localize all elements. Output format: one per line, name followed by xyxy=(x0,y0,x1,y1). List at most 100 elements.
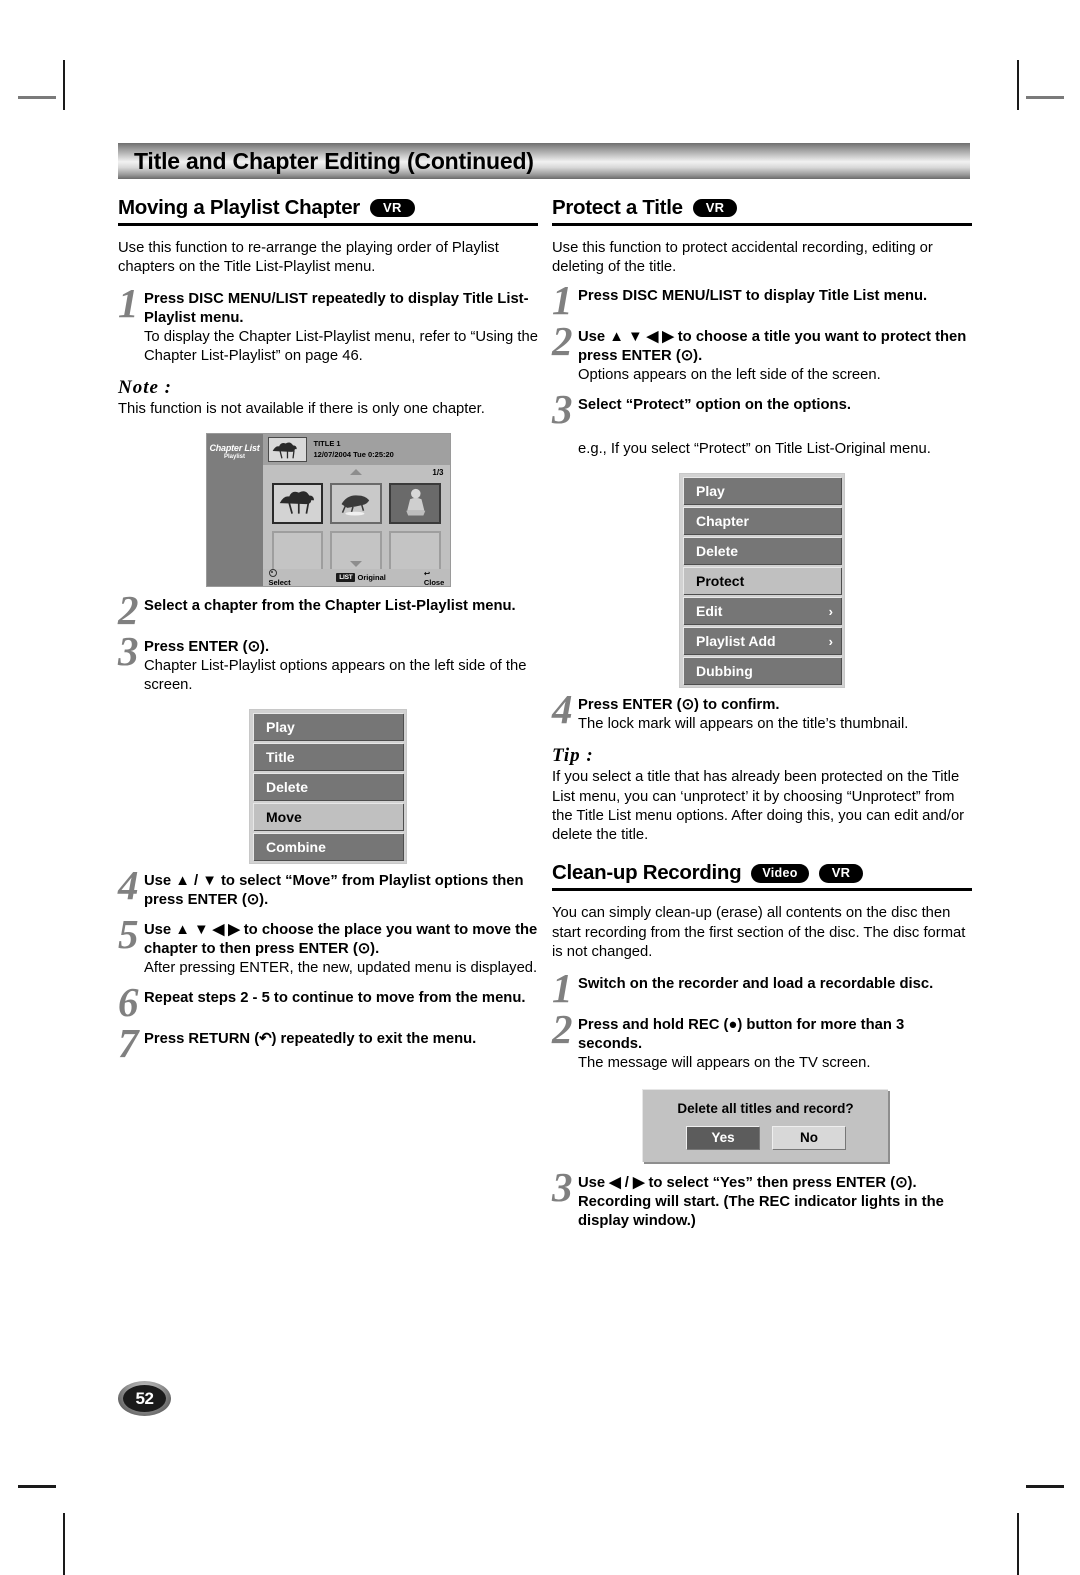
step-instruction-2: Recording will start. (The REC indicator… xyxy=(578,1193,944,1229)
vr-badge: VR xyxy=(369,198,415,218)
no-button[interactable]: No xyxy=(772,1125,845,1149)
menu-item-edit[interactable]: Edit › xyxy=(683,597,841,625)
menu-item-move[interactable]: Move xyxy=(253,803,403,831)
crop-mark-top-right-horizontal xyxy=(1026,96,1064,99)
scroll-down-arrow-icon xyxy=(350,561,362,568)
crop-mark-top-right-vertical xyxy=(1017,60,1019,110)
cleanup-step-1: 1 Switch on the recorder and load a reco… xyxy=(552,967,972,1008)
menu-item-playlist-add[interactable]: Playlist Add › xyxy=(683,627,841,655)
character-doodle-icon xyxy=(406,489,426,516)
step-7: 7 Press RETURN (↶) repeatedly to exit th… xyxy=(118,1019,538,1066)
menu-item-label: Delete xyxy=(696,543,739,560)
step-detail: Options appears on the left side of the … xyxy=(578,367,881,384)
step-5: 5 Use ▲ ▼ ◀ ▶ to choose the place you wa… xyxy=(118,911,538,978)
step-6: 6 Repeat steps 2 - 5 to continue to move… xyxy=(118,978,538,1025)
menu-item-delete[interactable]: Delete xyxy=(683,537,841,565)
step-number: 2 xyxy=(118,587,139,634)
tree-doodle-icon xyxy=(279,491,314,515)
footer-close: ↩ Close xyxy=(424,569,450,587)
section-title: Protect a Title xyxy=(552,196,683,219)
tree-doodle-icon xyxy=(272,442,297,459)
step-number: 6 xyxy=(118,978,139,1025)
menu-item-combine[interactable]: Combine xyxy=(253,833,403,861)
note-text: This function is not available if there … xyxy=(118,401,485,418)
chevron-right-icon: › xyxy=(828,603,833,619)
step-number: 5 xyxy=(118,911,139,958)
video-badge: Video xyxy=(751,863,809,883)
menu-item-label: Title xyxy=(266,749,295,766)
menu-item-label: Play xyxy=(266,719,295,736)
step-instruction: Select “Protect” option on the options. xyxy=(578,397,851,414)
footer-original-label: Original xyxy=(357,573,386,583)
dialog-buttons: Yes No xyxy=(643,1125,888,1149)
list-key-icon: LIST xyxy=(336,573,356,583)
step-4: 4 Press ENTER (⊙) to confirm. The lock m… xyxy=(552,686,972,734)
step-1: 1 Press DISC MENU/LIST repeatedly to dis… xyxy=(118,280,538,366)
step-number: 7 xyxy=(118,1019,139,1066)
step-2: 2 Use ▲ ▼ ◀ ▶ to choose a title you want… xyxy=(552,318,972,385)
menu-item-label: Combine xyxy=(266,839,326,856)
step-number: 2 xyxy=(552,318,573,365)
section-heading-protect-a-title: Protect a Title VR xyxy=(552,196,972,226)
step-number: 4 xyxy=(552,686,573,733)
cleanup-step-3: 3 Use ◀ / ▶ to select “Yes” then press E… xyxy=(552,1166,972,1231)
crop-mark-bottom-right-vertical xyxy=(1017,1513,1019,1575)
menu-item-label: Edit xyxy=(696,603,723,620)
screenshot-header: TITLE 1 12/07/2004 Tue 0:25:20 xyxy=(262,434,450,466)
step-detail: After pressing ENTER, the new, updated m… xyxy=(144,959,538,976)
screenshot-sidebar: Chapter List Playlist xyxy=(206,434,263,587)
tip-label: Tip : xyxy=(552,745,594,767)
vr-badge: VR xyxy=(818,863,864,883)
menu-item-label: Play xyxy=(696,483,725,500)
crop-mark-bottom-right-horizontal xyxy=(1026,1485,1064,1488)
step-number: 1 xyxy=(118,280,139,327)
menu-item-delete[interactable]: Delete xyxy=(253,773,403,801)
chapter-thumbnail-1[interactable] xyxy=(271,483,324,525)
chapter-thumbnail-empty-3[interactable] xyxy=(388,531,441,573)
step-instruction: Press DISC MENU/LIST to display Title Li… xyxy=(578,288,928,305)
dog-doodle-icon xyxy=(341,495,370,516)
menu-item-label: Delete xyxy=(266,779,309,796)
chapter-thumbnail-empty-1[interactable] xyxy=(271,531,324,573)
page-number-disc-inner: 52 xyxy=(123,1385,166,1412)
step-instruction: Use ▲ ▼ ◀ ▶ to choose the place you want… xyxy=(144,922,538,958)
step-number: 1 xyxy=(552,277,573,324)
chapter-list-playlist-screenshot: Chapter List Playlist TITLE 1 12/07/2004… xyxy=(205,433,451,588)
return-arrow-icon: ↩ xyxy=(423,568,431,578)
menu-item-protect[interactable]: Protect xyxy=(683,567,841,595)
screenshot-thumbnail-grid-area: 1/3 xyxy=(262,465,450,573)
page-title-bar: Title and Chapter Editing (Continued) xyxy=(118,143,970,179)
chapter-thumbnail-2[interactable] xyxy=(330,483,382,525)
step-instruction: Press and hold REC (●) button for more t… xyxy=(578,1016,905,1052)
menu-item-dubbing[interactable]: Dubbing xyxy=(683,657,841,685)
section-intro: Use this function to re-arrange the play… xyxy=(118,240,499,276)
tip-text: If you select a title that has already b… xyxy=(552,769,965,844)
crop-mark-top-left-horizontal xyxy=(18,96,56,99)
step-4: 4 Use ▲ / ▼ to select “Move” from Playli… xyxy=(118,865,538,910)
section-heading-moving-a-playlist-chapter: Moving a Playlist Chapter VR xyxy=(118,196,538,226)
step-3: 3 Press ENTER (⊙). Chapter List-Playlist… xyxy=(118,628,538,695)
footer-select-label: Select xyxy=(268,578,291,588)
menu-item-chapter[interactable]: Chapter xyxy=(683,507,841,535)
menu-item-title[interactable]: Title xyxy=(253,743,403,771)
menu-item-label: Chapter xyxy=(696,513,749,530)
page-number-value: 52 xyxy=(135,1388,154,1408)
screenshot-title-thumbnail xyxy=(267,437,307,463)
title-list-options-menu: Play Chapter Delete Protect Edit › Playli… xyxy=(679,473,845,689)
chevron-right-icon: › xyxy=(828,633,833,649)
step-instruction: Switch on the recorder and load a record… xyxy=(578,975,934,992)
left-column: Moving a Playlist Chapter VR Use this fu… xyxy=(118,196,538,1071)
footer-original: LIST Original xyxy=(336,573,386,583)
section-title: Clean-up Recording xyxy=(552,861,742,885)
chapter-thumbnail-3[interactable] xyxy=(388,483,441,525)
screenshot-sidebar-subtitle: Playlist xyxy=(223,454,245,461)
yes-button[interactable]: Yes xyxy=(686,1125,759,1149)
step-instruction: Use ▲ / ▼ to select “Move” from Playlist… xyxy=(144,873,524,909)
menu-item-play[interactable]: Play xyxy=(253,713,403,741)
playlist-options-menu: Play Title Delete Move Combine xyxy=(249,709,407,865)
step-number: 3 xyxy=(118,628,139,675)
page-title: Title and Chapter Editing (Continued) xyxy=(134,147,534,174)
menu-item-label: Move xyxy=(266,809,302,826)
menu-item-play[interactable]: Play xyxy=(683,477,841,505)
section-heading-clean-up-recording: Clean-up Recording Video VR xyxy=(552,861,972,892)
